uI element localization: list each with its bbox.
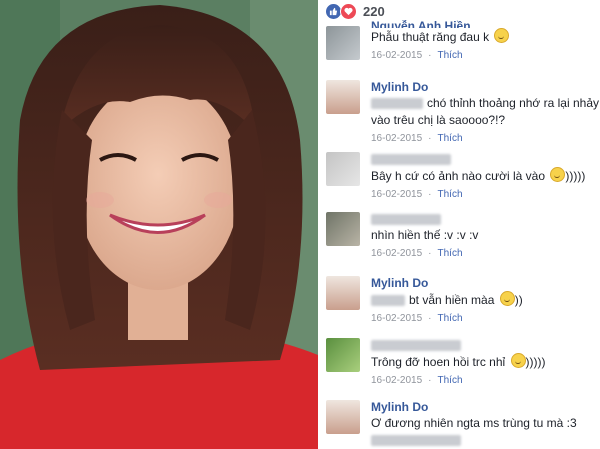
avatar[interactable]: [326, 80, 360, 114]
comment-text: Ơ đương nhiên ngta ms trùng tu mà :3: [371, 416, 577, 430]
comment-author[interactable]: [371, 338, 596, 353]
avatar[interactable]: [326, 212, 360, 246]
like-link[interactable]: Thích: [438, 248, 463, 259]
comment-meta: 16-02-2015 · Thích: [371, 248, 463, 259]
like-link[interactable]: Thích: [438, 133, 463, 144]
profile-photo: [0, 0, 318, 449]
blurred-name: [371, 154, 451, 166]
comment-text: chó thỉnh thoảng nhớ ra lại nhảy: [371, 95, 599, 112]
like-link[interactable]: Thích: [438, 50, 463, 61]
comment-author[interactable]: Nguyễn Anh Hiền: [371, 20, 596, 28]
comment-item: nhìn hiền thế :v :v :v 16-02-2015 · Thích: [326, 212, 596, 264]
avatar[interactable]: [326, 26, 360, 60]
smile-emoji-icon: [550, 167, 566, 182]
comment-text-line2: vào trêu chị là saoooo?!?: [371, 113, 506, 127]
like-icon: [326, 3, 341, 19]
comment-text-line2: [371, 432, 596, 449]
reactions-bar[interactable]: 220: [326, 2, 385, 20]
like-link[interactable]: Thích: [438, 375, 463, 386]
comment-item: Nguyễn Anh Hiền Phẫu thuật răng đau k 16…: [326, 20, 596, 70]
comment-date[interactable]: 16-02-2015: [371, 133, 422, 144]
comment-date[interactable]: 16-02-2015: [371, 50, 422, 61]
comment-date[interactable]: 16-02-2015: [371, 313, 422, 324]
blurred-name: [371, 340, 461, 352]
blurred-name: [371, 214, 441, 226]
comment-author[interactable]: Mylinh Do: [371, 400, 596, 415]
avatar[interactable]: [326, 276, 360, 310]
comment-meta: 16-02-2015 · Thích: [371, 189, 463, 200]
comment-item: Mylinh Do chó thỉnh thoảng nhớ ra lại nh…: [326, 80, 599, 144]
comment-text: Trông đỡ hoen hồi trc nhỉ ))))): [371, 353, 546, 369]
like-link[interactable]: Thích: [438, 189, 463, 200]
comments-panel: 220 Nguyễn Anh Hiền Phẫu thuật răng đau …: [318, 0, 600, 449]
blurred-name: [371, 295, 405, 307]
avatar[interactable]: [326, 338, 360, 372]
comment-date[interactable]: 16-02-2015: [371, 248, 422, 259]
comment-author[interactable]: Mylinh Do: [371, 276, 596, 291]
avatar[interactable]: [326, 400, 360, 434]
blurred-name: [371, 98, 423, 110]
comment-meta: 16-02-2015 · Thích: [371, 375, 463, 386]
love-icon: [340, 2, 357, 20]
comment-text: Bây h cứ có ảnh nào cười là vào ))))): [371, 167, 586, 183]
smile-emoji-icon: [510, 353, 526, 368]
avatar[interactable]: [326, 152, 360, 186]
like-link[interactable]: Thích: [438, 313, 463, 324]
comment-date[interactable]: 16-02-2015: [371, 375, 422, 386]
blurred-name: [371, 435, 461, 447]
reaction-count: 220: [363, 3, 385, 19]
comment-date[interactable]: 16-02-2015: [371, 189, 422, 200]
smile-emoji-icon: [499, 291, 515, 306]
comment-item: Mylinh Do bt vẫn hiền màa )) 16-02-2015 ·…: [326, 276, 596, 332]
comment-meta: 16-02-2015 · Thích: [371, 133, 463, 144]
comment-text: nhìn hiền thế :v :v :v: [371, 228, 479, 242]
comment-meta: 16-02-2015 · Thích: [371, 313, 463, 324]
comment-text: Phẫu thuật răng đau k: [371, 28, 596, 46]
comment-author[interactable]: [371, 212, 596, 227]
comment-item: Mylinh Do Ơ đương nhiên ngta ms trùng tu…: [326, 400, 596, 449]
comment-author[interactable]: Mylinh Do: [371, 80, 596, 95]
comment-item: Trông đỡ hoen hồi trc nhỉ ))))) 16-02-20…: [326, 338, 596, 390]
comment-text: bt vẫn hiền màa )): [371, 291, 596, 309]
comment-item: Bây h cứ có ảnh nào cười là vào ))))) 16…: [326, 152, 596, 204]
comment-author[interactable]: [371, 152, 596, 167]
grin-emoji-icon: [494, 28, 510, 43]
comment-meta: 16-02-2015 · Thích: [371, 50, 463, 61]
